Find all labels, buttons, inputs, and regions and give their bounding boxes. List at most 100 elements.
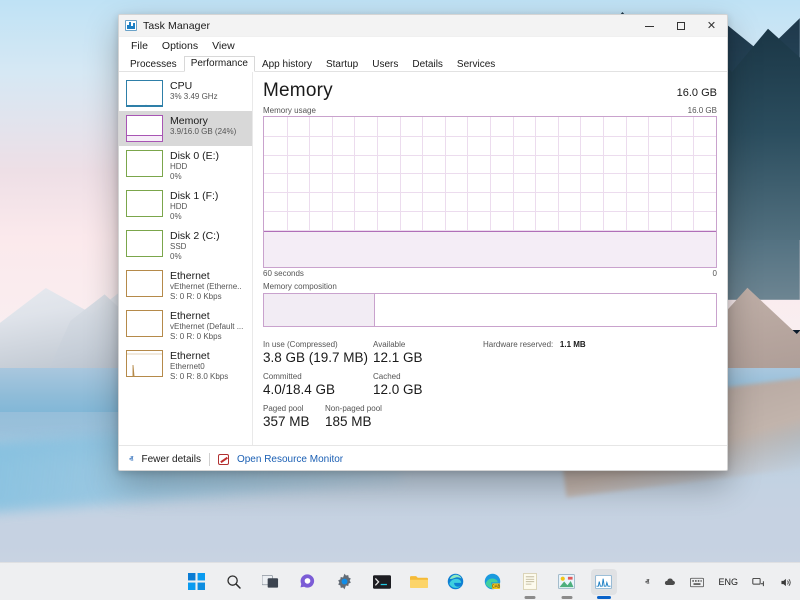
sidebar-item-sublabel: 3.9/16.0 GB (24%) — [170, 127, 237, 136]
hardware-reserved-value: 1.1 MB — [559, 340, 586, 349]
resource-monitor-icon — [217, 453, 229, 465]
memory-composition-bar[interactable] — [263, 293, 717, 327]
composition-segment-available[interactable] — [374, 294, 716, 326]
sidebar-thumbnail-graph — [126, 150, 163, 177]
stat-row-1: In use (Compressed) 3.8 GB (19.7 MB) Ava… — [263, 339, 717, 366]
window-title-bar[interactable]: Task Manager ✕ — [119, 15, 727, 37]
task-manager-icon[interactable] — [590, 568, 617, 599]
close-button[interactable]: ✕ — [696, 15, 727, 37]
graph-max-label: 16.0 GB — [687, 106, 717, 115]
sidebar-item-ethernet[interactable]: Ethernet vEthernet (Default ... S: 0 R: 0 … — [119, 306, 252, 346]
sidebar-thumbnail-graph — [126, 270, 163, 297]
thumbnail-spark-line — [129, 100, 162, 106]
sidebar-item-cpu[interactable]: CPU 3% 3.49 GHz — [119, 76, 252, 111]
cloud-icon[interactable] — [659, 573, 680, 592]
hardware-reserved-row: Hardware reserved: 1.1 MB — [483, 339, 586, 350]
paint-icon[interactable] — [554, 569, 580, 599]
open-resource-monitor-link[interactable]: Open Resource Monitor — [237, 454, 343, 465]
taskbar-buttons: CAB — [184, 568, 617, 599]
cab-installer-icon[interactable]: CAB — [480, 569, 506, 595]
memory-usage-area — [264, 231, 716, 267]
minimize-button[interactable] — [634, 15, 665, 37]
volume-icon[interactable] — [775, 573, 796, 592]
task-view-icon[interactable] — [258, 569, 284, 595]
start-icon[interactable] — [184, 569, 210, 595]
sidebar-item-sublabel: vEthernet (Default ... — [170, 322, 244, 331]
sidebar-item-sublabel: HDD — [170, 162, 188, 171]
sidebar-thumbnail-graph — [126, 350, 163, 377]
sidebar-item-ethernet[interactable]: Ethernet vEthernet (Etherne.. S: 0 R: 0 Kb… — [119, 266, 252, 306]
active-indicator — [596, 596, 611, 599]
sidebar-item-disk-0-e[interactable]: Disk 0 (E:) HDD 0% — [119, 146, 252, 186]
stat-label: Available — [373, 340, 406, 349]
stat-value: 4.0/18.4 GB — [263, 382, 336, 397]
settings-gear-icon[interactable] — [332, 569, 358, 595]
notepad-icon[interactable] — [517, 569, 543, 599]
taskbar: CAB ⱏ ENG — [0, 562, 800, 600]
language-indicator[interactable]: ENG — [714, 574, 742, 590]
tab-services[interactable]: Services — [450, 57, 502, 72]
sidebar-item-ethernet[interactable]: Ethernet Ethernet0 S: 0 R: 8.0 Kbps — [119, 346, 252, 386]
menu-item-file[interactable]: File — [125, 39, 154, 53]
stat-committed: Committed 4.0/18.4 GB — [263, 371, 373, 398]
thumbnail-spark-line — [127, 351, 162, 376]
network-icon[interactable] — [748, 573, 769, 592]
window-title: Task Manager — [143, 19, 211, 32]
tab-users[interactable]: Users — [365, 57, 405, 72]
stat-in-use: In use (Compressed) 3.8 GB (19.7 MB) — [263, 339, 373, 366]
sidebar-item-sublabel-2: 0% — [170, 252, 182, 261]
sidebar-thumbnail-graph — [126, 190, 163, 217]
keyboard-icon[interactable] — [686, 574, 708, 591]
sidebar-item-memory[interactable]: Memory 3.9/16.0 GB (24%) — [119, 111, 252, 146]
tab-processes[interactable]: Processes — [123, 57, 184, 72]
stat-hardware-reserved: Hardware reserved: 1.1 MB — [483, 339, 586, 366]
sidebar-item-sublabel: 3% 3.49 GHz — [170, 92, 218, 101]
svg-text:CAB: CAB — [492, 584, 501, 589]
page-title: Memory — [263, 80, 333, 101]
tray-overflow-icon[interactable]: ⱏ — [641, 574, 653, 591]
thumbnail-fill — [127, 135, 162, 141]
terminal-icon[interactable] — [369, 569, 395, 595]
sidebar-item-disk-1-f[interactable]: Disk 1 (F:) HDD 0% — [119, 186, 252, 226]
file-explorer-icon[interactable] — [406, 569, 432, 595]
sidebar-item-label: CPU — [170, 80, 193, 92]
sidebar-item-text: Disk 0 (E:) HDD 0% — [170, 150, 219, 182]
tab-startup[interactable]: Startup — [319, 57, 365, 72]
composition-segment-in-use[interactable] — [264, 294, 375, 326]
edge-browser-icon[interactable] — [443, 569, 469, 595]
chevron-up-icon[interactable]: ⱏ — [129, 454, 133, 465]
performance-sidebar[interactable]: CPU 3% 3.49 GHz Memory 3.9/16.0 GB (24%) Dis… — [119, 72, 253, 445]
axis-label-left: 60 seconds — [263, 269, 304, 278]
window-body: CPU 3% 3.49 GHz Memory 3.9/16.0 GB (24%) Dis… — [119, 72, 727, 445]
sidebar-thumbnail-graph — [126, 310, 163, 337]
sidebar-item-disk-2-c[interactable]: Disk 2 (C:) SSD 0% — [119, 226, 252, 266]
axis-label-right: 0 — [712, 269, 717, 278]
sidebar-item-label: Disk 1 (F:) — [170, 190, 219, 202]
tab-bar: Processes Performance App history Startu… — [119, 55, 727, 72]
sidebar-item-text: Ethernet vEthernet (Default ... S: 0 R: 0 … — [170, 310, 243, 342]
sidebar-item-text: CPU 3% 3.49 GHz — [170, 80, 218, 102]
sidebar-item-sublabel-2: 0% — [170, 172, 182, 181]
sidebar-item-label: Disk 2 (C:) — [170, 230, 220, 242]
stat-paged-pool: Paged pool 357 MB — [263, 403, 325, 430]
tab-performance[interactable]: Performance — [183, 56, 255, 72]
chat-icon[interactable] — [295, 569, 321, 595]
graph-axis-row: 60 seconds 0 — [263, 269, 717, 278]
stat-value: 357 MB — [263, 414, 310, 429]
fewer-details-button[interactable]: Fewer details — [141, 454, 200, 465]
tab-details[interactable]: Details — [405, 57, 450, 72]
maximize-button[interactable] — [665, 15, 696, 37]
task-manager-icon — [125, 20, 137, 31]
menu-item-options[interactable]: Options — [156, 39, 204, 53]
stat-label: Cached — [373, 372, 401, 381]
menu-item-view[interactable]: View — [206, 39, 241, 53]
search-icon[interactable] — [221, 569, 247, 595]
sidebar-item-sublabel-2: S: 0 R: 0 Kbps — [170, 332, 222, 341]
stat-available: Available 12.1 GB — [373, 339, 483, 366]
stat-label: Non-paged pool — [325, 404, 382, 413]
sidebar-thumbnail-graph — [126, 230, 163, 257]
sidebar-item-text: Ethernet Ethernet0 S: 0 R: 8.0 Kbps — [170, 350, 228, 382]
sidebar-item-sublabel: vEthernet (Etherne.. — [170, 282, 242, 291]
tab-app-history[interactable]: App history — [255, 57, 319, 72]
footer-divider — [208, 452, 210, 466]
